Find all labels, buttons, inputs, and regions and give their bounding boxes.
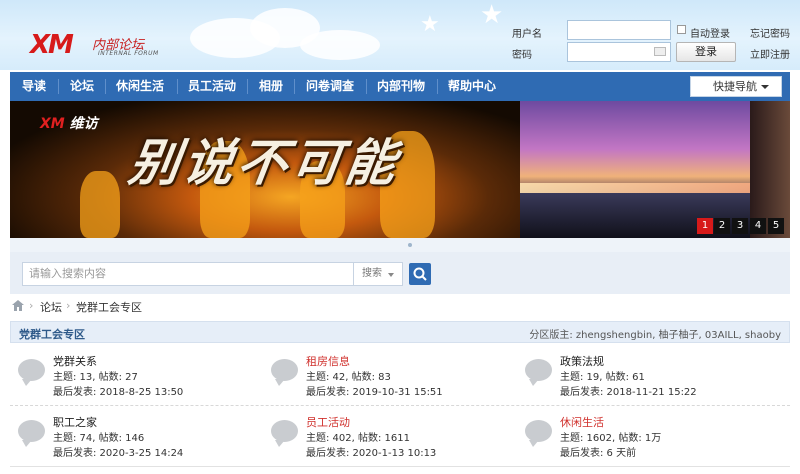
search-input[interactable]: 请输入搜索内容 [22, 262, 354, 286]
search-button[interactable] [409, 263, 431, 285]
password-input[interactable] [567, 42, 671, 62]
nav-divider [177, 79, 178, 94]
carousel-page-2[interactable]: 2 [714, 218, 730, 234]
carousel-page-1[interactable]: 1 [697, 218, 713, 234]
carousel-page-3[interactable]: 3 [732, 218, 748, 234]
breadcrumb-separator: › [66, 299, 71, 312]
main-nav: 导读 论坛 休闲生活 员工活动 相册 问卷调查 内部刊物 帮助中心 [10, 72, 790, 101]
strip-dot [408, 243, 412, 247]
nav-item-leisure[interactable]: 休闲生活 [116, 72, 164, 101]
quick-nav-label: 快捷导航 [713, 80, 757, 93]
site-header: ★ ★ XM 内部论坛 INTERNAL FORUM 用户名 自动登录 忘记密码… [0, 0, 800, 70]
forum-item[interactable]: 政策法规 主题: 19, 帖数: 61 最后发表: 2018-11-21 15:… [525, 353, 765, 403]
breadcrumb-current[interactable]: 党群工会专区 [76, 299, 142, 315]
forum-item[interactable]: 租房信息 主题: 42, 帖数: 83 最后发表: 2019-10-31 15:… [271, 353, 511, 403]
banner-slogan: 别说不可能 [125, 133, 404, 192]
carousel-page-5[interactable]: 5 [768, 218, 784, 234]
forum-last-post[interactable]: 最后发表: 2018-11-21 15:22 [560, 383, 697, 398]
forum-bubble-icon [525, 359, 552, 386]
nav-item-survey[interactable]: 问卷调查 [306, 72, 354, 101]
logo-mark: XM [30, 30, 74, 60]
chevron-down-icon [388, 273, 394, 277]
forum-item[interactable]: 职工之家 主题: 74, 帖数: 146 最后发表: 2020-3-25 14:… [18, 414, 258, 464]
username-input[interactable] [567, 20, 671, 40]
row-divider [10, 405, 790, 406]
star-icon: ★ [480, 0, 504, 30]
forum-bubble-icon [271, 359, 298, 386]
forum-stats: 主题: 13, 帖数: 27 [53, 372, 138, 383]
nav-divider [247, 79, 248, 94]
forum-item[interactable]: 休闲生活 主题: 1602, 帖数: 1万 最后发表: 6 天前 [525, 414, 765, 464]
search-type-label: 搜索 [362, 268, 382, 279]
quick-nav-dropdown[interactable]: 快捷导航 [690, 76, 782, 97]
forum-last-post[interactable]: 最后发表: 6 天前 [560, 444, 636, 459]
cloud-decoration [300, 30, 380, 60]
auto-login-label: 自动登录 [690, 29, 730, 40]
nav-divider [366, 79, 367, 94]
forum-stats: 主题: 1602, 帖数: 1万 [560, 433, 662, 444]
forum-name[interactable]: 员工活动 [306, 414, 350, 430]
category-header: 党群工会专区 分区版主: zhengshengbin, 柚子柚子, 03AILL… [10, 321, 790, 343]
forum-name[interactable]: 政策法规 [560, 353, 604, 369]
nav-item-forum[interactable]: 论坛 [70, 72, 94, 101]
nav-divider [294, 79, 295, 94]
banner-brand-mark: XM [40, 116, 65, 132]
nav-item-publication[interactable]: 内部刊物 [377, 72, 425, 101]
nav-divider [105, 79, 106, 94]
nav-item-album[interactable]: 相册 [259, 72, 283, 101]
forum-bubble-icon [271, 420, 298, 447]
forum-bubble-icon [18, 359, 45, 386]
forum-last-post[interactable]: 最后发表: 2020-3-25 14:24 [53, 444, 183, 459]
forum-name[interactable]: 休闲生活 [560, 414, 604, 430]
star-icon: ★ [420, 12, 440, 37]
banner-brand: XM 维访 [40, 113, 98, 133]
category-moderators: 分区版主: zhengshengbin, 柚子柚子, 03AILL, shaob… [529, 330, 781, 341]
breadcrumb-forum[interactable]: 论坛 [40, 299, 62, 315]
forum-last-post[interactable]: 最后发表: 2018-8-25 13:50 [53, 383, 183, 398]
forum-item[interactable]: 党群关系 主题: 13, 帖数: 27 最后发表: 2018-8-25 13:5… [18, 353, 258, 403]
content-bottom-border [10, 466, 790, 467]
carousel-page-4[interactable]: 4 [750, 218, 766, 234]
site-logo[interactable]: XM 内部论坛 INTERNAL FORUM [14, 8, 164, 62]
auto-login-checkbox[interactable] [677, 25, 686, 34]
nav-divider [58, 79, 59, 94]
nav-item-guide[interactable]: 导读 [22, 72, 46, 101]
logo-subtitle: INTERNAL FORUM [98, 50, 159, 57]
banner-carousel[interactable]: XM 维访 别说不可能 [10, 101, 790, 238]
search-icon [413, 267, 427, 281]
forum-bubble-icon [18, 420, 45, 447]
breadcrumb-separator: › [29, 299, 34, 312]
forum-stats: 主题: 42, 帖数: 83 [306, 372, 391, 383]
forgot-password-link[interactable]: 忘记密码 [750, 25, 790, 40]
password-label: 密码 [512, 50, 532, 61]
forum-name[interactable]: 职工之家 [53, 414, 97, 430]
banner-footer-strip [10, 238, 790, 252]
forum-last-post[interactable]: 最后发表: 2019-10-31 15:51 [306, 383, 443, 398]
username-label: 用户名 [512, 29, 542, 40]
search-type-select[interactable]: 搜索 [353, 262, 403, 286]
forum-last-post[interactable]: 最后发表: 2020-1-13 10:13 [306, 444, 436, 459]
forum-bubble-icon [525, 420, 552, 447]
runner-figure [80, 171, 120, 238]
breadcrumb: › 论坛 › 党群工会专区 [10, 296, 790, 316]
nav-item-help[interactable]: 帮助中心 [448, 72, 496, 101]
forum-stats: 主题: 19, 帖数: 61 [560, 372, 645, 383]
forum-stats: 主题: 402, 帖数: 1611 [306, 433, 410, 444]
keyboard-icon[interactable] [654, 47, 666, 56]
home-icon[interactable] [12, 300, 24, 311]
login-button[interactable]: 登录 [676, 42, 736, 62]
register-link[interactable]: 立即注册 [750, 46, 790, 61]
forum-name[interactable]: 租房信息 [306, 353, 350, 369]
nav-divider [437, 79, 438, 94]
category-title[interactable]: 党群工会专区 [19, 326, 85, 342]
nav-item-staff-activity[interactable]: 员工活动 [188, 72, 236, 101]
banner-brand-name: 维访 [69, 116, 98, 132]
forum-item[interactable]: 员工活动 主题: 402, 帖数: 1611 最后发表: 2020-1-13 1… [271, 414, 511, 464]
forum-stats: 主题: 74, 帖数: 146 [53, 433, 145, 444]
forum-name[interactable]: 党群关系 [53, 353, 97, 369]
chevron-down-icon [761, 85, 769, 89]
